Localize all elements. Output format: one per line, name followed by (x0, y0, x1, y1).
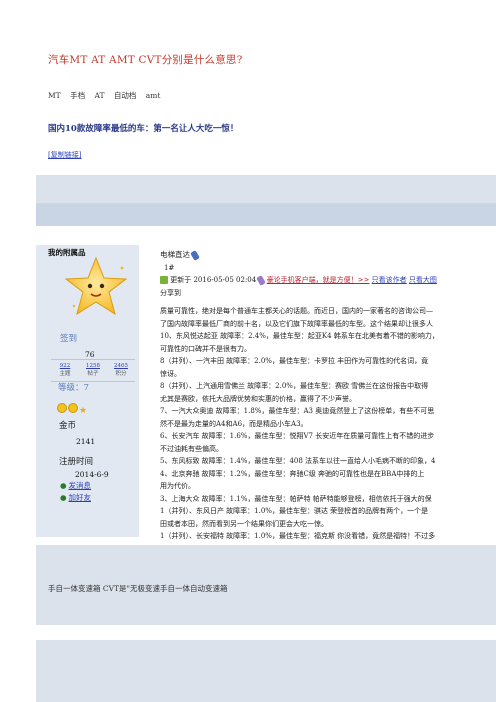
post-line: 5、东风标致 故障率：1.4%，最佳车型：408 法系车以往一直给人小毛病不断的… (160, 457, 436, 465)
stat-label: 帖子 (87, 371, 99, 377)
post-line: 质量可靠性，绝对是每个普通车主都关心的话题。而近日，国内的一家著名的咨询公司— (160, 307, 433, 315)
tag[interactable]: 手档 (70, 91, 85, 100)
big-image-link[interactable]: 只看大图 (409, 276, 437, 284)
tag[interactable]: MT (48, 91, 61, 100)
user-level[interactable]: 等级：7 (58, 381, 89, 393)
add-friend-label: 加好友 (68, 493, 92, 502)
post-body: 电梯直达 1# 更新于 2016-05-05 02:04 豪论手机客户端，就是方… (160, 249, 496, 543)
gold-label: 金币 (59, 421, 77, 431)
post-line: 可靠性的口碑并不是很有力。 (160, 344, 251, 353)
add-friend-link[interactable]: ● 加好友 (60, 492, 91, 504)
thread-subheader-band (36, 203, 496, 226)
tag[interactable]: amt (146, 91, 161, 100)
smiley-icon (57, 403, 67, 413)
post-line: 惊讶。 (160, 369, 181, 378)
page-title: 汽车MT AT AMT CVT分别是什么意思? (48, 54, 243, 66)
stat-value: 922 (59, 363, 71, 369)
checkin-link[interactable]: 签到 (60, 332, 77, 344)
stat-label: 积分 (115, 371, 127, 377)
stat-value: 2465 (114, 363, 128, 369)
bullet-icon: ● (60, 493, 67, 502)
headline[interactable]: 国内10款故障率最低的车：第一名让人大吃一惊！ (48, 122, 238, 134)
sidebar-actions: ● 发消息 ● 加好友 (60, 480, 91, 504)
star-icon: ★ (79, 406, 88, 416)
user-id: 76 (85, 350, 95, 359)
stat-value: 1258 (86, 363, 100, 369)
share-label[interactable]: 分享到 (160, 287, 496, 300)
updated-time: 更新于 2016-05-05 02:04 (170, 276, 257, 284)
post-line: 3、上海大众 故障率：1.1%，最佳车型：帕萨特 帕萨特能够登榜，相信依托于强大… (160, 494, 432, 503)
post-line: 1（并列）、长安福特 故障率：1.0%，最佳车型：福克斯 你没看错，竟然是福特！… (160, 532, 436, 540)
copy-link[interactable]: [复制链接] (48, 150, 81, 160)
stat-points[interactable]: 2465 积分 (107, 362, 135, 378)
stat-posts[interactable]: 1258 帖子 (79, 362, 107, 378)
post-line: 用为代价。 (160, 482, 195, 490)
stat-label: 主题 (59, 371, 71, 377)
post-line: 6、长安汽车 故障率：1.6%，最佳车型：悦翔V7 长安近年在质量可靠性上有不错… (160, 432, 435, 440)
elevator-link[interactable]: 电梯直达 (160, 250, 190, 259)
post-line: 1（并列）、东风日产 故障率：1.0%，最佳车型：骐达 荣登榜首的品牌有两个，一… (160, 507, 429, 515)
level-icons: ★ (57, 398, 87, 417)
post-line: 8（并列）、上汽通用雪佛兰 故障率：2.0%，最佳车型：赛欧 雪佛兰在这份报告中… (160, 382, 429, 390)
reg-value: 2014-6-9 (75, 470, 109, 479)
thread-header-band (36, 175, 496, 203)
client-link[interactable]: 豪论手机客户端，就是方便！>> (267, 276, 370, 284)
post-line: 4、北京奔驰 故障率：1.2%，最佳车型：奔驰C级 奔驰的可靠性也是在BBA中排… (160, 469, 425, 478)
bottom-band (36, 640, 496, 702)
post-line: 田或者本田，然而看到另一个结果你们更会大吃一惊。 (160, 519, 328, 528)
send-message-link[interactable]: ● 发消息 (60, 480, 91, 492)
related-text[interactable]: 手自一体变速箱 CVT是"无极变速手自一体自动变速箱 (48, 583, 228, 594)
post-line: 了国内故障率最低厂商的前十名，以及它们旗下故障率最低的车型。这个结果却让很多人 (160, 319, 433, 328)
stat-topics[interactable]: 922 主题 (51, 362, 79, 378)
user-stats: 922 主题 1258 帖子 2465 积分 (51, 359, 135, 382)
post-line: 然不是最为走量的A4和A6，而是精品小车A3。 (160, 419, 308, 428)
tag[interactable]: 自动档 (114, 91, 137, 100)
post-icon (160, 276, 168, 284)
bullet-icon: ● (60, 481, 67, 490)
post-line: 不过油耗有些偏高。 (160, 444, 223, 453)
avatar[interactable] (64, 256, 128, 316)
reg-label: 注册时间 (59, 457, 94, 467)
tag-list: MT 手档 AT 自动档 amt (48, 90, 167, 101)
phone-icon (190, 249, 201, 261)
post-line: 8（并列）、一汽丰田 故障率：2.0%，最佳车型：卡罗拉 丰田作为可靠性的代名词… (160, 357, 429, 365)
floor-number: 1# (164, 263, 175, 272)
smiley-icon (68, 403, 78, 413)
tag[interactable]: AT (94, 91, 104, 100)
post-line: 7、一汽大众奥迪 故障率：1.8%，最佳车型：A3 奥迪竟然登上了这份榜单，有些… (160, 407, 435, 415)
gold-value: 2141 (76, 437, 96, 446)
post-line: 10、东风悦达起亚 故障率：2.4%，最佳车型：起亚K4 韩系车在北美有着不错的… (160, 332, 439, 340)
mobile-icon (256, 274, 267, 286)
send-message-label: 发消息 (68, 481, 92, 490)
author-only-link[interactable]: 只看该作者 (372, 276, 407, 284)
post-line: 尤其是赛欧，依托大品牌优势和实惠的价格，赢得了不少声誉。 (160, 394, 356, 403)
